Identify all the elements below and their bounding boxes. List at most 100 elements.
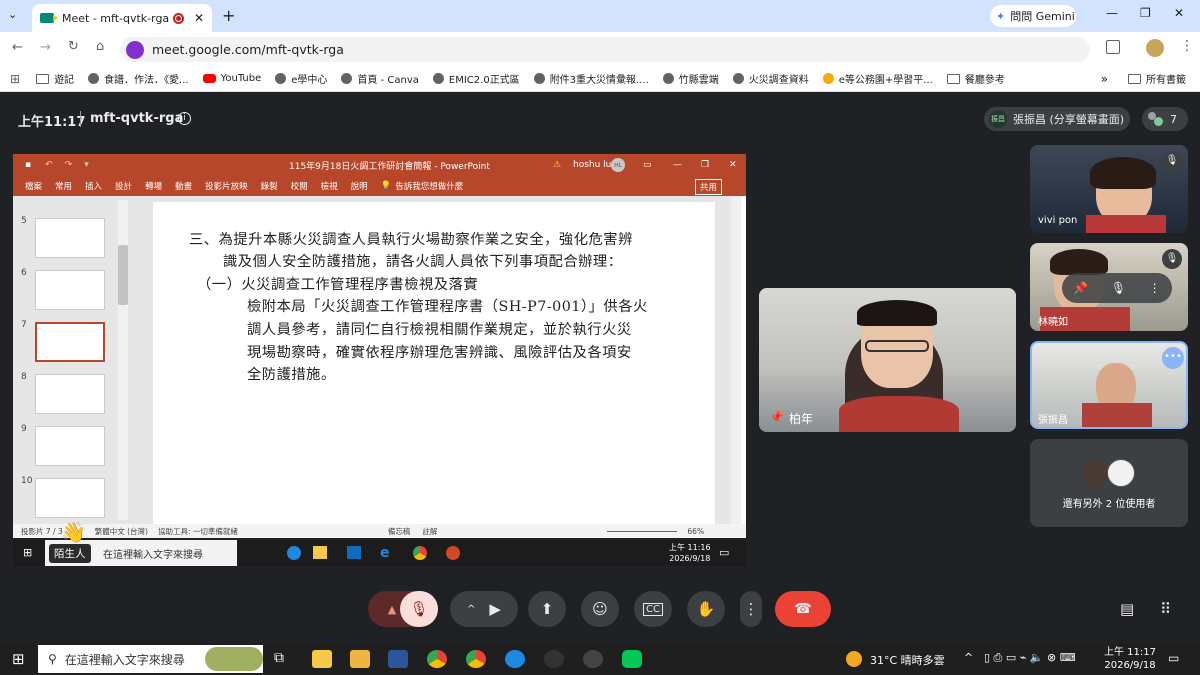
bookmark-item[interactable]: e學中心 [275, 71, 327, 86]
tell-me-box: 告訴我您想做什麼 [395, 182, 464, 192]
ribbon-tab: 投影片放映 [205, 182, 248, 192]
bookmark-item[interactable]: 首頁 - Canva [341, 71, 419, 86]
chat-icon[interactable]: ▤ [1120, 600, 1134, 618]
more-bookmarks-icon[interactable]: » [1101, 72, 1108, 86]
home-icon[interactable]: ⌂ [96, 39, 104, 54]
more-icon[interactable]: ⋮ [1149, 281, 1161, 295]
more-options-button[interactable]: ⋮ [740, 591, 762, 627]
folder-icon [946, 73, 960, 84]
raise-hand-button[interactable]: ✋ [687, 591, 725, 627]
slide-text-line: 現場勘察時，確實依程序辦理危害辨識、風險評估及各項安 [247, 345, 632, 361]
close-tab-icon[interactable]: ✕ [194, 11, 204, 25]
mic-button[interactable]: 🎙 [400, 591, 438, 627]
tab-meet[interactable]: Meet - mft-qvtk-rga ✕ [32, 4, 212, 32]
bookmark-item[interactable]: 火災調查資料 [732, 71, 809, 86]
bookmark-item[interactable]: 竹縣雲端 [662, 71, 719, 86]
task-view-icon[interactable]: ⧉ [274, 650, 284, 666]
gemini-button[interactable]: ✦ 問問 Gemini [990, 5, 1076, 27]
tab-search-icon[interactable]: ⌄ [8, 8, 17, 21]
participants-chip[interactable]: 7 [1142, 107, 1188, 131]
back-icon[interactable]: ← [12, 40, 23, 55]
more-participants-tile[interactable]: 還有另外 2 位使用者 [1030, 439, 1188, 527]
file-explorer-icon[interactable] [350, 650, 370, 668]
participant-tile-presenter[interactable]: ••• 張振昌 [1030, 341, 1188, 429]
avatar [1081, 459, 1109, 487]
more-icon[interactable]: ••• [1162, 347, 1184, 369]
bookmark-item[interactable]: 餐廳參考 [946, 71, 1005, 86]
bookmark-item[interactable]: 食譜．作法．《愛... [88, 71, 189, 86]
bookmark-item[interactable]: 遊記 [36, 71, 74, 86]
word-icon[interactable] [388, 650, 408, 668]
site-info-icon[interactable] [126, 40, 144, 59]
activities-icon[interactable]: ⠿ [1160, 600, 1171, 618]
tray-icons[interactable]: ▯ ⎙ ▭ ⌁ 🔈 ⊗ ⌨ [984, 651, 1076, 665]
all-bookmarks[interactable]: 所有書籤 [1128, 71, 1186, 86]
menu-icon[interactable]: ⋮ [1180, 38, 1194, 54]
participant-tile[interactable]: 📌 🎙 ⋮ 🎙 林曉如 [1030, 243, 1188, 331]
weather-text[interactable]: 31°C 晴時多雲 [870, 652, 945, 668]
gemini-icon: ✦ [996, 9, 1006, 23]
zoom-level: 66% [687, 526, 705, 536]
chatgpt-icon[interactable] [583, 650, 603, 668]
shirt [1082, 403, 1152, 427]
tile-hover-controls[interactable]: 📌 🎙 ⋮ [1062, 273, 1172, 303]
chrome-icon[interactable] [427, 650, 447, 668]
bookmark-item[interactable]: 附件3重大災情彙報.... [533, 71, 649, 86]
taskbar-clock[interactable]: 上午 11:17 2026/9/18 [1104, 646, 1156, 672]
meeting-time: 上午11:17 [18, 115, 86, 130]
ppt-titlebar: ▪ ↶ ↷ ▾ 115年9月18日火調工作研討會簡報 - PowerPoint … [13, 154, 746, 176]
meeting-code: mft-qvtk-rga [90, 111, 184, 126]
status-accessibility: 協助工具: 一切準備就緒 [157, 526, 238, 536]
emoji-button[interactable]: ☺ [581, 591, 619, 627]
pin-icon[interactable]: 📌 [769, 410, 784, 424]
avatar [1107, 459, 1135, 487]
camera-options-icon[interactable]: ^ [467, 604, 475, 615]
ppt-user: hoshu lu [573, 160, 612, 170]
hair [857, 300, 937, 326]
presenter-chip[interactable]: 振昌 張振昌 (分享螢幕畫面) [984, 107, 1130, 131]
apps-icon[interactable]: ⊞ [10, 72, 20, 86]
chrome-active-icon[interactable] [466, 650, 486, 668]
sticky-notes-icon[interactable] [312, 650, 332, 668]
leave-call-button[interactable]: ☎ [775, 591, 831, 627]
restore-button[interactable]: ❐ [1140, 6, 1151, 20]
participant-tile[interactable]: 🎙 vivi pon [1030, 145, 1188, 233]
mic-options-icon[interactable]: ▲ [388, 603, 396, 616]
address-bar[interactable]: meet.google.com/mft-qvtk-rga [120, 37, 1090, 62]
taskbar-search[interactable]: ⚲ 在這裡輸入文字來搜尋 [38, 645, 263, 673]
bookmark-item[interactable]: e等公務園+學習平... [822, 71, 933, 86]
edge-icon[interactable] [505, 650, 525, 668]
app-icon[interactable] [544, 650, 564, 668]
profile-avatar[interactable] [1146, 39, 1164, 57]
ribbon-tab: 檢視 [320, 182, 338, 192]
tray-chevron-icon[interactable]: ^ [964, 651, 973, 664]
zoom-slider [607, 530, 678, 532]
status-comments: 註解 [422, 526, 438, 536]
ie-icon: e [380, 545, 390, 561]
notification-icon: ▭ [719, 546, 730, 559]
youtube-icon [202, 74, 216, 83]
ribbon-display-icon: ▭ [643, 160, 652, 170]
notification-center-icon[interactable]: ▭ [1168, 651, 1179, 665]
bookmarks-bar: ⊞ 遊記 食譜．作法．《愛... YouTube e學中心 首頁 - Canva… [0, 66, 1200, 92]
slide-thumbnail-selected [35, 322, 105, 362]
info-icon[interactable]: i [178, 112, 191, 125]
pin-icon[interactable]: 📌 [1073, 281, 1088, 295]
mute-icon[interactable]: 🎙 [1111, 281, 1126, 295]
start-icon[interactable]: ⊞ [12, 650, 25, 668]
line-icon[interactable] [622, 650, 642, 668]
warning-icon: ⚠ [553, 160, 562, 170]
ribbon-tab: 插入 [85, 182, 103, 192]
close-window-button[interactable]: ✕ [1174, 6, 1184, 20]
bookmark-item[interactable]: YouTube [202, 73, 261, 84]
minimize-button[interactable]: — [1106, 6, 1118, 20]
extensions-icon[interactable] [1106, 40, 1120, 54]
camera-icon[interactable]: ▶ [489, 600, 501, 618]
forward-icon[interactable]: → [40, 40, 51, 55]
main-speaker-tile[interactable]: 📌 柏年 [759, 288, 1016, 432]
present-button[interactable]: ⬆ [528, 591, 566, 627]
captions-button[interactable]: CC [634, 591, 672, 627]
bookmark-item[interactable]: EMIC2.0正式區 [432, 71, 520, 86]
reload-icon[interactable]: ↻ [68, 39, 79, 54]
new-tab-button[interactable]: + [222, 6, 235, 25]
